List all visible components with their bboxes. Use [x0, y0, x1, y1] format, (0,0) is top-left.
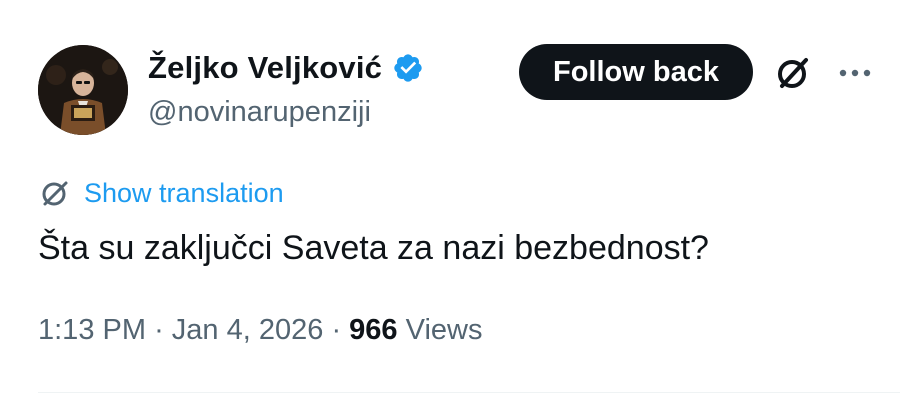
- follow-back-button[interactable]: Follow back: [519, 44, 753, 100]
- tweet-text: Šta su zaključci Saveta za nazi bezbedno…: [38, 229, 709, 267]
- verified-badge-icon[interactable]: [392, 52, 424, 84]
- avatar[interactable]: [38, 45, 128, 135]
- tweet-date[interactable]: Jan 4, 2026: [172, 314, 324, 346]
- author-handle[interactable]: @novinarupenziji: [148, 96, 371, 129]
- author-name-row: Željko Veljković: [148, 50, 424, 86]
- views-label: Views: [405, 314, 483, 346]
- show-translation-link[interactable]: Show translation: [38, 176, 284, 210]
- grok-icon[interactable]: [772, 52, 814, 94]
- tweet-time[interactable]: 1:13 PM: [38, 314, 146, 346]
- meta-separator-2: ·: [331, 314, 342, 346]
- divider: [38, 392, 900, 393]
- meta-separator: ·: [154, 314, 164, 346]
- view-count[interactable]: 966: [349, 314, 397, 346]
- translate-icon: [38, 176, 72, 210]
- author-display-name[interactable]: Željko Veljković: [148, 50, 382, 86]
- tweet-meta: 1:13 PM · Jan 4, 2026 · 966 Views: [38, 314, 482, 347]
- more-options-icon[interactable]: [835, 58, 875, 88]
- show-translation-label[interactable]: Show translation: [84, 178, 284, 209]
